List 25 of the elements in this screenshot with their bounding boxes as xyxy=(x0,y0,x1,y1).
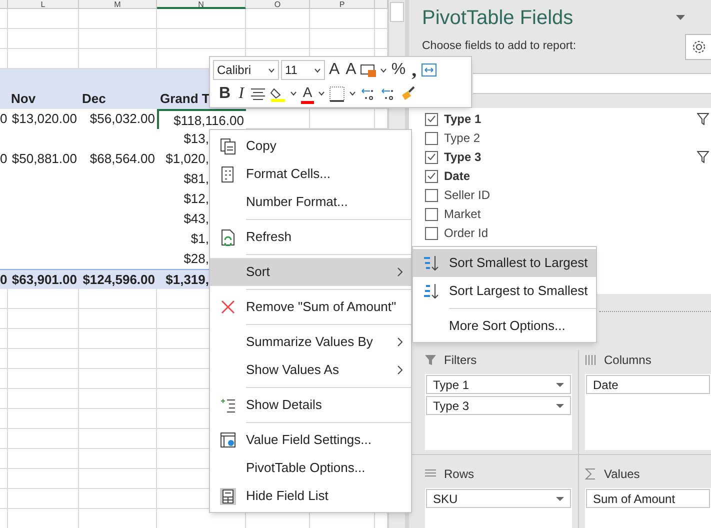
pane-subtitle: Choose fields to add to report: xyxy=(422,39,576,54)
table-cell-text: $13, xyxy=(182,130,209,148)
area-heading: Columns xyxy=(604,352,652,369)
table-cell-text: $13,020.00 xyxy=(10,110,78,128)
column-heading: Nov xyxy=(8,89,79,109)
total-cell-text: $1,319, xyxy=(164,271,209,289)
table-cell-text: $43, xyxy=(182,210,209,228)
total-cell: 0 xyxy=(0,269,8,289)
table-cell-text: $56,032.00 xyxy=(88,110,156,128)
column-heading: Dec xyxy=(79,89,157,109)
pane-title: PivotTable Fields xyxy=(422,6,574,31)
table-cell-text: $28, xyxy=(182,250,209,268)
table-cell-text: 0 xyxy=(0,110,8,128)
table-cell-text: $81, xyxy=(182,170,209,188)
total-cell: $124,596.00 xyxy=(79,269,157,289)
table-cell-text: $68,564.00 xyxy=(88,150,156,168)
table-cell-text: 0 xyxy=(0,150,8,168)
table-cell-text: $1, xyxy=(190,230,209,248)
table-cell-text: $12, xyxy=(182,190,209,208)
area-heading: Rows xyxy=(444,466,474,483)
area-heading: Values xyxy=(604,466,640,483)
total-cell: $63,901.00 xyxy=(8,269,79,289)
table-cell-text: $50,881.00 xyxy=(10,150,78,168)
area-heading: Filters xyxy=(444,352,477,369)
table-cell-text: $1,020, xyxy=(164,150,209,168)
